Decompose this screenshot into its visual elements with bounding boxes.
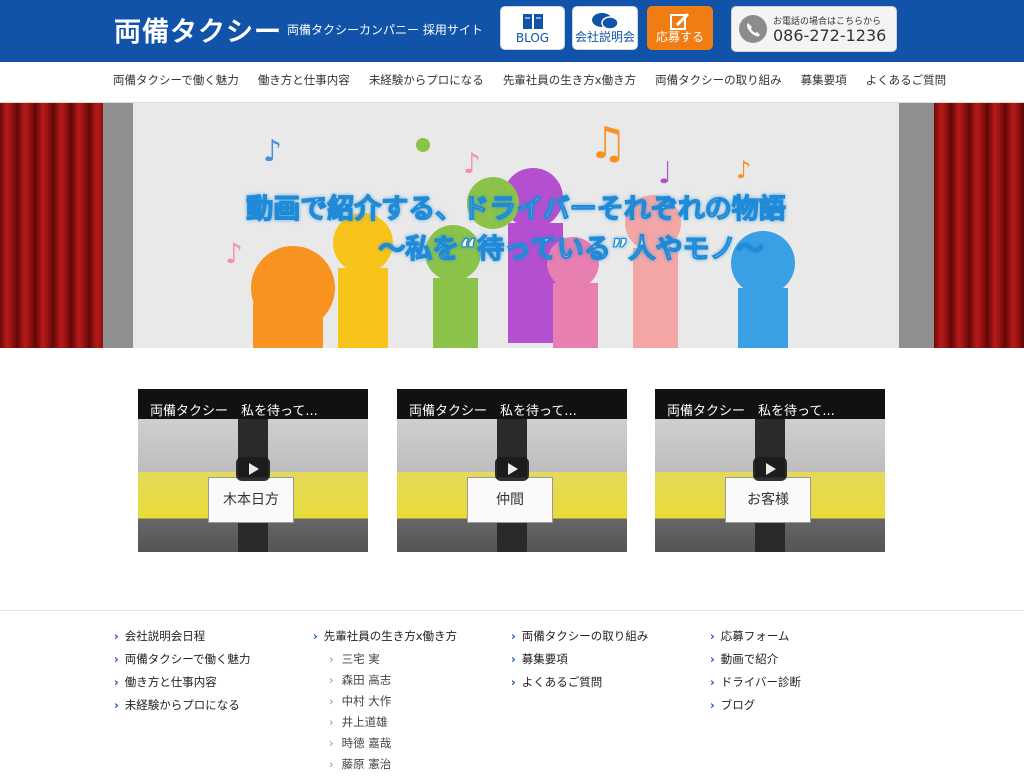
footer-link[interactable]: 募集要項 (511, 651, 648, 674)
footer-link[interactable]: よくあるご質問 (511, 674, 648, 697)
play-icon[interactable] (495, 457, 529, 481)
handwritten-sign: お客様 (725, 477, 811, 523)
footer-link[interactable]: 動画で紹介 (710, 651, 801, 674)
nav-item-faq[interactable]: よくあるご質問 (866, 72, 947, 88)
main-nav: 両備タクシーで働く魅力 働き方と仕事内容 未経験からプロになる 先輩社員の生き方… (0, 62, 1024, 103)
svg-text:♩: ♩ (658, 156, 672, 191)
phone-box[interactable]: お電話の場合はこちらから 086-272-1236 (731, 6, 897, 52)
nav-item-initiatives[interactable]: 両備タクシーの取り組み (655, 72, 782, 88)
hero-title: 動画で紹介する、ドライバーそれぞれの物語 (246, 193, 787, 225)
video-player-3[interactable]: お客様 両備タクシー 私を待って... (655, 389, 885, 552)
blog-button[interactable]: BLOG (500, 6, 565, 50)
footer-column-4: 応募フォーム 動画で紹介 ドライバー診断 ブログ (710, 628, 801, 720)
hero-stage: ♪ ♫ ♪ ♩ ♪ ♪ 動画で紹介する、ドライバーそれぞれの物語 ～私を“待って… (133, 103, 899, 348)
site-logo[interactable]: 両備タクシー (114, 10, 282, 49)
nav-item-requirements[interactable]: 募集要項 (801, 72, 847, 88)
footer-sublink[interactable]: 藤原 憲治 (313, 756, 457, 777)
svg-text:♪: ♪ (463, 147, 481, 180)
phone-number[interactable]: 086-272-1236 (773, 26, 886, 45)
footer-link[interactable]: 未経験からプロになる (114, 697, 251, 720)
footer-link[interactable]: 会社説明会日程 (114, 628, 251, 651)
footer-column-2: 先輩社員の生き方x働き方 三宅 実 森田 高志 中村 大作 井上道雄 時徳 嘉哉… (313, 628, 457, 777)
footer-sublink[interactable]: 時徳 嘉哉 (313, 735, 457, 756)
video-player-2[interactable]: 仲間 両備タクシー 私を待って... (397, 389, 627, 552)
site-tagline: 両備タクシーカンパニー 採用サイト (287, 23, 483, 37)
footer-sublink[interactable]: 井上道雄 (313, 714, 457, 735)
footer-link[interactable]: ブログ (710, 697, 801, 720)
handwritten-sign: 仲間 (467, 477, 553, 523)
book-icon (522, 14, 543, 29)
footer-link[interactable]: 応募フォーム (710, 628, 801, 651)
footer-divider (0, 610, 1024, 611)
nav-item-appeal[interactable]: 両備タクシーで働く魅力 (113, 72, 239, 88)
footer-sublink[interactable]: 中村 大作 (313, 693, 457, 714)
video-player-1[interactable]: 木本日方 両備タクシー 私を待って... (138, 389, 368, 552)
video-title[interactable]: 両備タクシー 私を待って... (150, 400, 318, 419)
nav-item-seniors[interactable]: 先輩社員の生き方x働き方 (503, 72, 636, 88)
footer-link[interactable]: 先輩社員の生き方x働き方 (313, 628, 457, 651)
play-icon[interactable] (753, 457, 787, 481)
footer-sublink[interactable]: 森田 高志 (313, 672, 457, 693)
footer-link[interactable]: 両備タクシーの取り組み (511, 628, 649, 651)
footer-column-1: 会社説明会日程 両備タクシーで働く魅力 働き方と仕事内容 未経験からプロになる (114, 628, 251, 720)
info-session-button-label: 会社説明会 (574, 30, 635, 44)
svg-text:♫: ♫ (588, 118, 627, 169)
nav-item-work-style[interactable]: 働き方と仕事内容 (258, 72, 350, 88)
left-curtain (0, 103, 103, 348)
footer-column-3: 両備タクシーの取り組み 募集要項 よくあるご質問 (511, 628, 649, 697)
blog-button-label: BLOG (515, 31, 550, 45)
footer-sublink[interactable]: 三宅 実 (313, 651, 457, 672)
phone-icon (739, 15, 767, 43)
info-session-button[interactable]: 会社説明会 (572, 6, 638, 50)
hero-subtitle: ～私を“待っている”人やモノ～ (378, 233, 764, 265)
right-curtain (934, 103, 1024, 348)
nav-item-beginner[interactable]: 未経験からプロになる (369, 72, 484, 88)
apply-button[interactable]: 応募する (647, 6, 713, 50)
footer-link[interactable]: 働き方と仕事内容 (114, 674, 251, 697)
svg-text:♪: ♪ (736, 156, 751, 184)
video-title[interactable]: 両備タクシー 私を待って... (409, 400, 577, 419)
handwritten-sign: 木本日方 (208, 477, 294, 523)
play-icon[interactable] (236, 457, 270, 481)
video-title[interactable]: 両備タクシー 私を待って... (667, 400, 835, 419)
site-header: 両備タクシー 両備タクシーカンパニー 採用サイト BLOG 会社説明会 応募する… (0, 0, 1024, 62)
apply-button-label: 応募する (655, 30, 704, 44)
footer-link[interactable]: 両備タクシーで働く魅力 (114, 651, 251, 674)
footer-link[interactable]: ドライバー診断 (710, 674, 801, 697)
hero-banner: ♪ ♫ ♪ ♩ ♪ ♪ 動画で紹介する、ドライバーそれぞれの物語 ～私を“待って… (0, 103, 1024, 348)
svg-text:♪: ♪ (263, 134, 282, 169)
